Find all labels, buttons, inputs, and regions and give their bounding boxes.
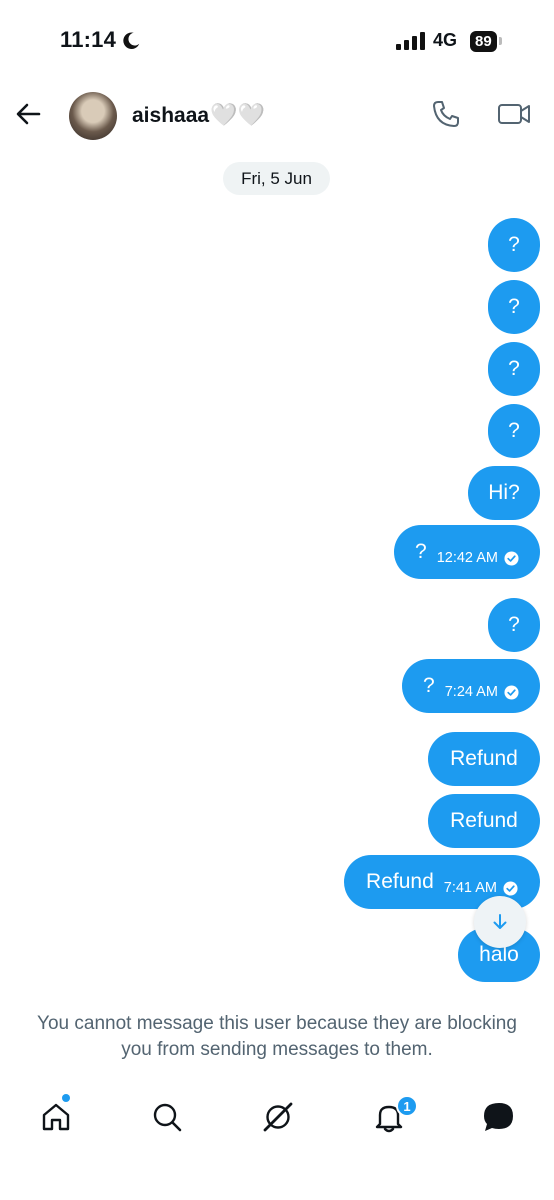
message-text: Refund [366,870,434,893]
name-emoji: 🤍🤍 [210,102,266,128]
network-type: 4G [433,30,458,50]
battery-cap [498,37,502,45]
moon-icon [123,32,140,49]
read-check-icon [504,550,519,566]
status-bar: 11:14 4G 89 [0,0,554,84]
message-timestamp: 12:42 AM [436,550,498,566]
nav-search[interactable] [147,1097,187,1137]
home-notification-dot [62,1094,70,1102]
message-text: ? [508,233,520,256]
date-separator: Fri, 5 Jun [223,162,330,195]
nav-messages[interactable] [479,1097,519,1137]
message-text: ? [508,357,520,380]
user-name-text: aishaaa [132,104,210,127]
bottom-navigation: 1 [0,1085,554,1149]
user-display-name[interactable]: aishaaa🤍🤍 [132,102,265,128]
scroll-to-bottom-button[interactable] [474,896,526,948]
message-text: Hi? [488,481,520,504]
read-check-icon [503,880,518,896]
message-bubble[interactable]: ? 12:42 AM [394,525,540,579]
grok-icon [263,1102,293,1132]
message-text: Refund [450,809,518,832]
message-text: ? [415,540,427,563]
message-bubble[interactable]: ? [488,342,540,396]
message-bubble[interactable]: ? [488,280,540,334]
message-timestamp: 7:24 AM [444,684,498,700]
messages-icon [484,1103,513,1131]
message-bubble[interactable]: Refund [428,732,540,786]
battery-level: 89 [470,30,497,52]
message-text: ? [423,674,435,697]
blocked-notice: You cannot message this user because the… [37,1013,517,1060]
conversation-header: aishaaa🤍🤍 [0,84,554,146]
status-time: 11:14 [60,27,117,52]
message-bubble[interactable]: ? [488,404,540,458]
message-meta: 7:41 AM [444,880,518,896]
search-icon [153,1103,182,1132]
phone-call-icon[interactable] [430,98,462,130]
video-call-icon[interactable] [497,98,531,130]
message-text: ? [508,613,520,636]
message-bubble[interactable]: Hi? [468,466,540,520]
avatar[interactable] [69,92,117,140]
battery-indicator: 89 [470,30,502,52]
message-meta: 12:42 AM [437,550,519,566]
arrow-down-icon [493,914,507,929]
message-text: ? [508,419,520,442]
nav-home[interactable] [36,1097,76,1137]
message-text: ? [508,295,520,318]
message-timestamp: 7:41 AM [443,880,497,896]
read-check-icon [504,684,519,700]
cellular-signal-icon [396,32,425,50]
message-meta: 7:24 AM [445,684,519,700]
message-bubble[interactable]: ? 7:24 AM [402,659,540,713]
nav-grok[interactable] [258,1097,298,1137]
notification-count-badge: 1 [396,1095,418,1117]
message-text: Refund [450,747,518,770]
home-icon [42,1103,70,1131]
message-bubble[interactable]: ? [488,598,540,652]
message-bubble[interactable]: Refund [428,794,540,848]
back-arrow-icon[interactable] [14,100,42,128]
message-bubble[interactable]: ? [488,218,540,272]
